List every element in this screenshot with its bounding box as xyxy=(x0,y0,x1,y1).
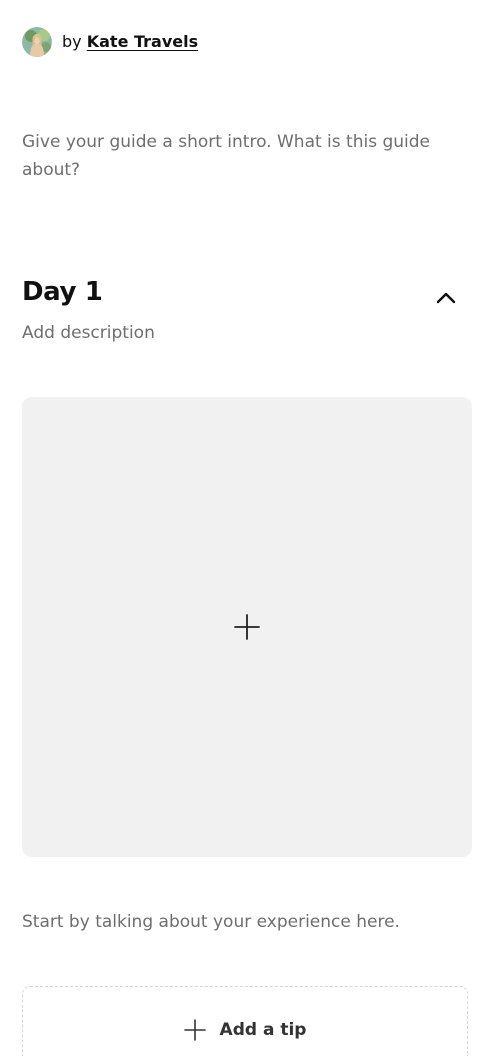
day-description-field[interactable]: Add description xyxy=(22,319,155,347)
author-avatar[interactable] xyxy=(22,27,52,57)
chevron-up-icon xyxy=(436,292,456,304)
author-text: by Kate Travels xyxy=(62,27,198,57)
author-by-label: by xyxy=(62,32,82,51)
avatar-photo-icon xyxy=(22,27,52,57)
add-tip-content: Add a tip xyxy=(183,1017,307,1043)
day-experience-field[interactable]: Start by talking about your experience h… xyxy=(22,908,472,936)
author-byline: by Kate Travels xyxy=(22,27,198,57)
day-title[interactable]: Day 1 xyxy=(22,274,103,310)
plus-icon xyxy=(183,1019,206,1041)
add-tip-label: Add a tip xyxy=(219,1020,307,1040)
plus-icon xyxy=(234,614,260,640)
collapse-day-button[interactable] xyxy=(430,284,462,312)
author-name-link[interactable]: Kate Travels xyxy=(87,32,198,51)
guide-intro-field[interactable]: Give your guide a short intro. What is t… xyxy=(22,128,472,184)
add-photo-button[interactable] xyxy=(22,397,472,857)
add-tip-button[interactable]: Add a tip xyxy=(22,986,468,1056)
